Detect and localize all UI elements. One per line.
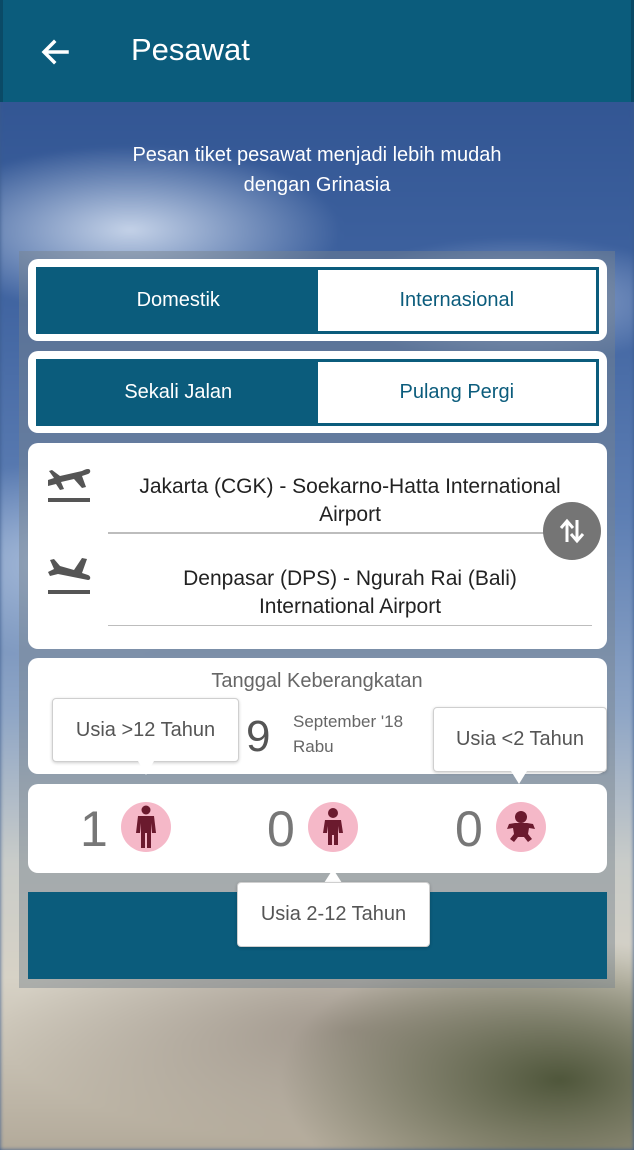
trip-type-toggle: Sekali Jalan Pulang Pergi <box>36 359 599 426</box>
adult-icon[interactable] <box>121 802 171 852</box>
infant-tooltip-arrow <box>511 771 527 784</box>
infant-icon[interactable] <box>496 802 546 852</box>
swap-vertical-icon <box>559 518 585 544</box>
child-age-tooltip-text: Usia 2-12 Tahun <box>260 903 407 925</box>
adult-age-tooltip: Usia >12 Tahun <box>52 698 239 762</box>
departure-month: September '18 <box>293 712 404 731</box>
flight-scope-toggle: Domestik Internasional <box>36 267 599 334</box>
infant-figure <box>507 811 535 842</box>
destination-field[interactable]: Denpasar (DPS) - Ngurah Rai (Bali) Inter… <box>108 565 592 621</box>
child-age-tooltip: Usia 2-12 Tahun <box>237 882 430 947</box>
arrow-left-icon[interactable] <box>37 34 73 70</box>
child-count[interactable]: 0 <box>267 800 295 858</box>
origin-line-1: Jakarta (CGK) - Soekarno-Hatta Internati… <box>139 475 561 498</box>
page-title: Pesawat <box>131 32 250 67</box>
tagline-line-1: Pesan tiket pesawat menjadi lebih mudah <box>132 144 502 166</box>
plane-arrival-icon <box>48 558 91 594</box>
plane-departure-icon <box>48 469 91 502</box>
child-icon[interactable] <box>308 802 358 852</box>
swap-route-button[interactable] <box>543 502 601 560</box>
infant-age-tooltip: Usia <2 Tahun <box>433 707 607 772</box>
child-figure <box>323 808 343 845</box>
adult-figure <box>136 805 156 848</box>
origin-field[interactable]: Jakarta (CGK) - Soekarno-Hatta Internati… <box>108 473 592 529</box>
infant-age-tooltip-text: Usia <2 Tahun <box>455 728 585 750</box>
adult-tooltip-arrow <box>138 761 154 775</box>
tab-sekali-jalan[interactable]: Sekali Jalan <box>39 362 318 423</box>
infant-count[interactable]: 0 <box>455 800 483 858</box>
departure-weekday: Rabu <box>293 737 334 756</box>
destination-line-2: International Airport <box>258 595 442 618</box>
adult-age-tooltip-text: Usia >12 Tahun <box>75 718 216 741</box>
destination-line-1: Denpasar (DPS) - Ngurah Rai (Bali) <box>183 567 517 590</box>
tagline-line-2: dengan Grinasia <box>243 174 391 196</box>
destination-divider <box>108 625 592 626</box>
tab-domestik[interactable]: Domestik <box>39 270 318 331</box>
departure-day: 9 <box>246 712 271 761</box>
tab-pulang-pergi[interactable]: Pulang Pergi <box>317 362 596 423</box>
tagline: Pesan tiket pesawat menjadi lebih mudah … <box>0 140 634 200</box>
tab-internasional[interactable]: Internasional <box>317 270 596 331</box>
departure-date-label: Tanggal Keberangkatan <box>211 670 423 692</box>
adult-count[interactable]: 1 <box>80 800 108 858</box>
app-bar: Pesawat <box>0 0 634 102</box>
child-tooltip-arrow <box>324 869 342 883</box>
route-divider <box>108 532 592 534</box>
origin-line-2: Airport <box>319 503 381 526</box>
